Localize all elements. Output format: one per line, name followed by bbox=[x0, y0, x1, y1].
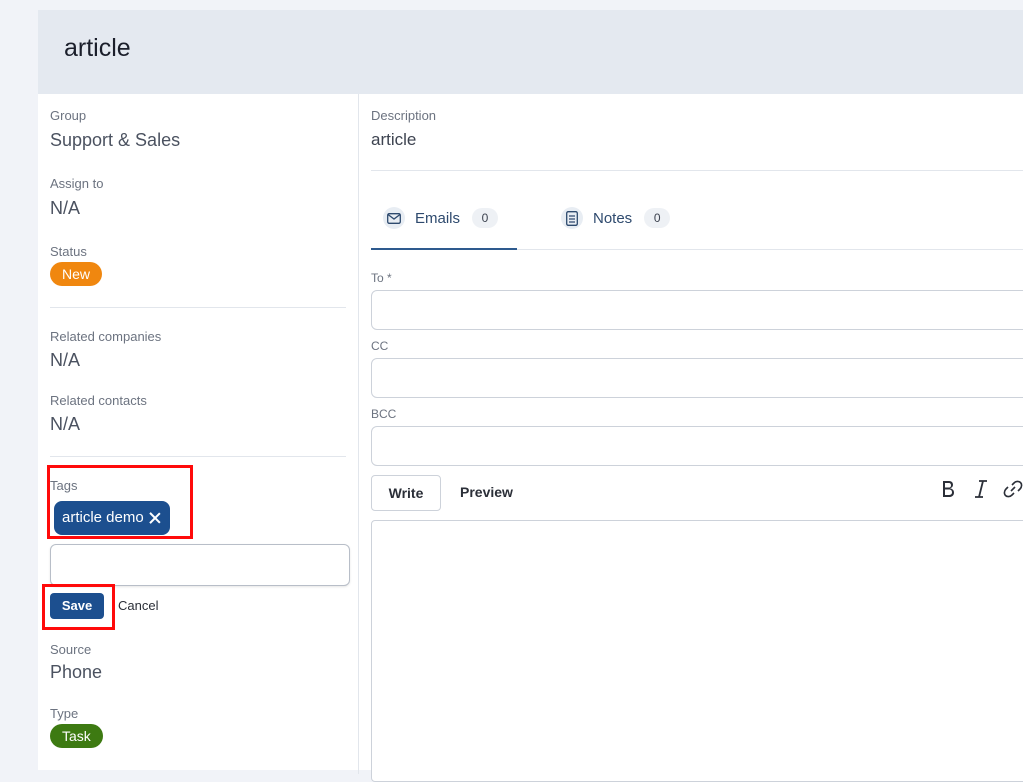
group-label: Group bbox=[50, 108, 87, 123]
to-label: To * bbox=[371, 271, 392, 285]
description-label: Description bbox=[371, 108, 437, 123]
cancel-button[interactable]: Cancel bbox=[118, 598, 158, 613]
status-label: Status bbox=[50, 244, 87, 259]
tag-input[interactable] bbox=[50, 544, 350, 586]
to-field[interactable] bbox=[371, 290, 1023, 330]
divider bbox=[50, 307, 346, 308]
bcc-label: BCC bbox=[371, 407, 397, 421]
divider bbox=[50, 456, 346, 457]
status-badge[interactable]: New bbox=[50, 262, 103, 286]
source-label: Source bbox=[50, 642, 92, 657]
notes-count-badge: 0 bbox=[644, 208, 671, 228]
related-companies-value[interactable]: N/A bbox=[50, 350, 80, 371]
write-tab[interactable]: Write bbox=[371, 475, 441, 511]
assign-label: Assign to bbox=[50, 176, 104, 191]
type-badge[interactable]: Task bbox=[50, 724, 103, 748]
ticket-header: article bbox=[38, 10, 1023, 94]
tab-emails[interactable]: Emails 0 bbox=[383, 203, 499, 233]
divider bbox=[371, 170, 1023, 171]
type-label: Type bbox=[50, 706, 79, 721]
bcc-field[interactable] bbox=[371, 426, 1023, 466]
cc-field[interactable] bbox=[371, 358, 1023, 398]
emails-count-badge: 0 bbox=[472, 208, 499, 228]
envelope-icon bbox=[383, 207, 405, 229]
notes-icon bbox=[561, 207, 583, 229]
ticket-card: article Group Support & Sales Assign to … bbox=[38, 10, 1023, 782]
message-editor[interactable] bbox=[371, 520, 1023, 782]
highlight-box bbox=[42, 584, 115, 630]
source-value[interactable]: Phone bbox=[50, 662, 102, 683]
tab-notes-label: Notes bbox=[593, 209, 633, 227]
page-title: article bbox=[64, 34, 131, 62]
italic-icon[interactable] bbox=[975, 480, 987, 504]
group-value[interactable]: Support & Sales bbox=[50, 130, 180, 151]
related-contacts-value[interactable]: N/A bbox=[50, 414, 80, 435]
active-tab-indicator bbox=[371, 248, 517, 250]
link-icon[interactable] bbox=[1003, 480, 1023, 504]
assign-value[interactable]: N/A bbox=[50, 198, 80, 219]
preview-tab[interactable]: Preview bbox=[460, 475, 513, 509]
tab-emails-label: Emails bbox=[415, 209, 461, 227]
tab-notes[interactable]: Notes 0 bbox=[561, 203, 671, 233]
description-value[interactable]: article bbox=[371, 130, 416, 150]
cc-label: CC bbox=[371, 339, 389, 353]
bold-icon[interactable] bbox=[941, 480, 955, 504]
related-companies-label: Related companies bbox=[50, 329, 162, 344]
highlight-box bbox=[47, 465, 193, 539]
main-panel: Description article Emails 0 Notes 0 To … bbox=[371, 94, 1023, 782]
details-sidebar: Group Support & Sales Assign to N/A Stat… bbox=[38, 94, 359, 774]
related-contacts-label: Related contacts bbox=[50, 393, 147, 408]
